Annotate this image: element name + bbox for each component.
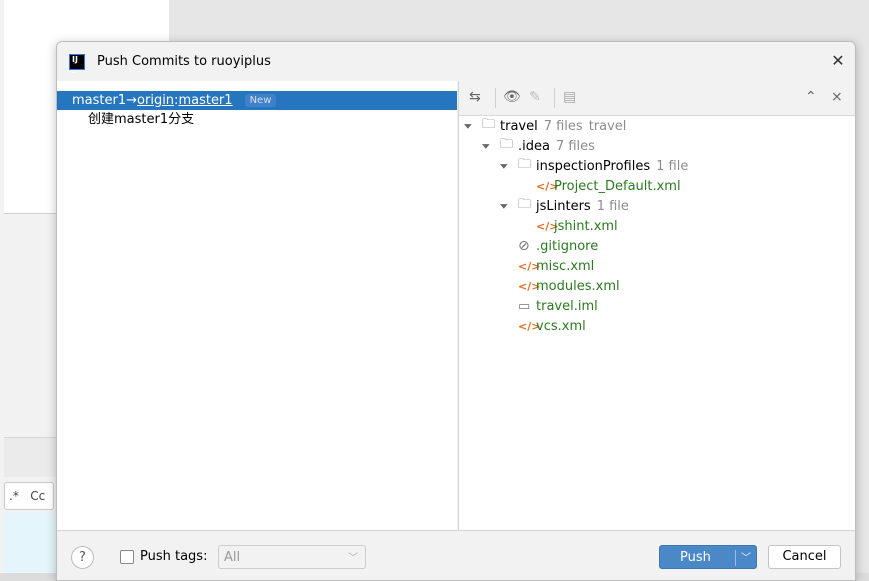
chevron-down-icon[interactable]: ▼ [482,143,490,150]
push-tags-checkbox[interactable] [120,550,134,564]
divider [495,88,496,108]
edit-icon[interactable]: ✎ [529,89,541,105]
file-count: 1 file [656,158,689,174]
divider [554,88,555,108]
tree-item[interactable]: ⊘ .gitignore [459,236,855,256]
iml-file-icon: ▭ [518,298,531,314]
module-path: travel [588,118,627,134]
file-count: 1 file [596,198,629,214]
arrow-icon: → [126,93,138,108]
changes-panel: ⇆ 👁 ✎ ▤ ⌃ ⨯ ▼ 🗀 travel 7 files travel ▼ 🗀 .idea… [458,81,855,530]
tree-item[interactable]: ▼ 🗀 inspectionProfiles 1 file [459,156,855,176]
file-name: jshint.xml [554,218,618,234]
new-badge: New [244,94,277,107]
chevron-down-icon[interactable]: ▼ [500,163,508,170]
ignore-file-icon: ⊘ [518,238,530,254]
expand-all-icon[interactable]: ⌃ [805,89,817,105]
remote-link[interactable]: origin [137,93,174,108]
tree-item[interactable]: ▼ 🗀 .idea 7 files [459,136,855,156]
local-branch: master1 [72,93,127,108]
intellij-logo-icon: IJ _ [69,53,85,73]
tree-item[interactable]: ▭ travel.iml [459,296,855,316]
cancel-button[interactable]: Cancel [768,545,841,569]
dialog-footer: ? Push tags: All ﹀ Push ﹀ Cancel [57,530,855,580]
file-name: misc.xml [536,258,595,274]
find-options[interactable]: .* Cc [4,482,54,510]
file-name: .gitignore [536,238,599,254]
tree-item[interactable]: ▼ 🗀 travel 7 files travel [459,116,855,136]
push-branch-row[interactable]: master1 → origin : master1 New [57,91,457,110]
eye-icon[interactable]: 👁 [503,89,521,105]
chevron-down-icon: ﹀ [348,553,358,564]
help-button[interactable]: ? [71,546,94,569]
commit-item[interactable]: 创建master1分支 [57,110,457,130]
tree-item[interactable]: </> Project_Default.xml [459,176,855,196]
layout-icon[interactable]: ▤ [563,89,576,105]
file-name: Project_Default.xml [554,178,681,194]
file-tree: ▼ 🗀 travel 7 files travel ▼ 🗀 .idea 7 files ▼ 🗀 ins… [459,116,855,336]
tree-item[interactable]: </> vcs.xml [459,316,855,336]
push-tags-label: Push tags: [140,549,208,564]
file-name: modules.xml [536,278,620,294]
push-dropdown-icon[interactable]: ﹀ [741,549,751,564]
tree-item[interactable]: </> modules.xml [459,276,855,296]
file-name: inspectionProfiles [536,158,651,174]
file-name: jsLinters [536,198,591,214]
file-count: 7 files [555,138,595,154]
tags-select[interactable]: All ﹀ [218,545,366,569]
dialog-title: Push Commits to ruoyiplus [97,54,271,69]
close-icon[interactable]: ✕ [829,52,847,70]
push-list: master1 → origin : master1 New 创建master1分… [57,81,457,530]
changes-toolbar: ⇆ 👁 ✎ ▤ ⌃ ⨯ [459,81,855,116]
file-count: 7 files [543,118,583,134]
folder-icon: 🗀 [518,157,532,172]
push-dialog: IJ _ Push Commits to ruoyiplus ✕ master1 … [56,41,856,581]
file-name: vcs.xml [536,318,586,334]
chevron-down-icon[interactable]: ▼ [500,203,508,210]
title-bar: IJ _ Push Commits to ruoyiplus [57,42,855,81]
file-name: travel.iml [536,298,598,314]
file-name: travel [500,118,538,134]
tags-select-value: All [224,550,241,565]
remote-branch-link[interactable]: master1 [178,93,232,108]
diff-icon[interactable]: ⇆ [469,89,481,105]
folder-icon: 🗀 [500,137,514,152]
tree-item[interactable]: </> jshint.xml [459,216,855,236]
collapse-all-icon[interactable]: ⨯ [831,89,843,105]
tree-item[interactable]: ▼ 🗀 jsLinters 1 file [459,196,855,216]
push-button[interactable]: Push ﹀ [659,545,757,569]
folder-icon: 🗀 [518,197,532,212]
push-label: Push [680,550,711,565]
module-folder-icon: 🗀 [482,117,496,132]
file-name: .idea [518,138,550,154]
tree-item[interactable]: </> misc.xml [459,256,855,276]
chevron-down-icon[interactable]: ▼ [464,123,472,130]
